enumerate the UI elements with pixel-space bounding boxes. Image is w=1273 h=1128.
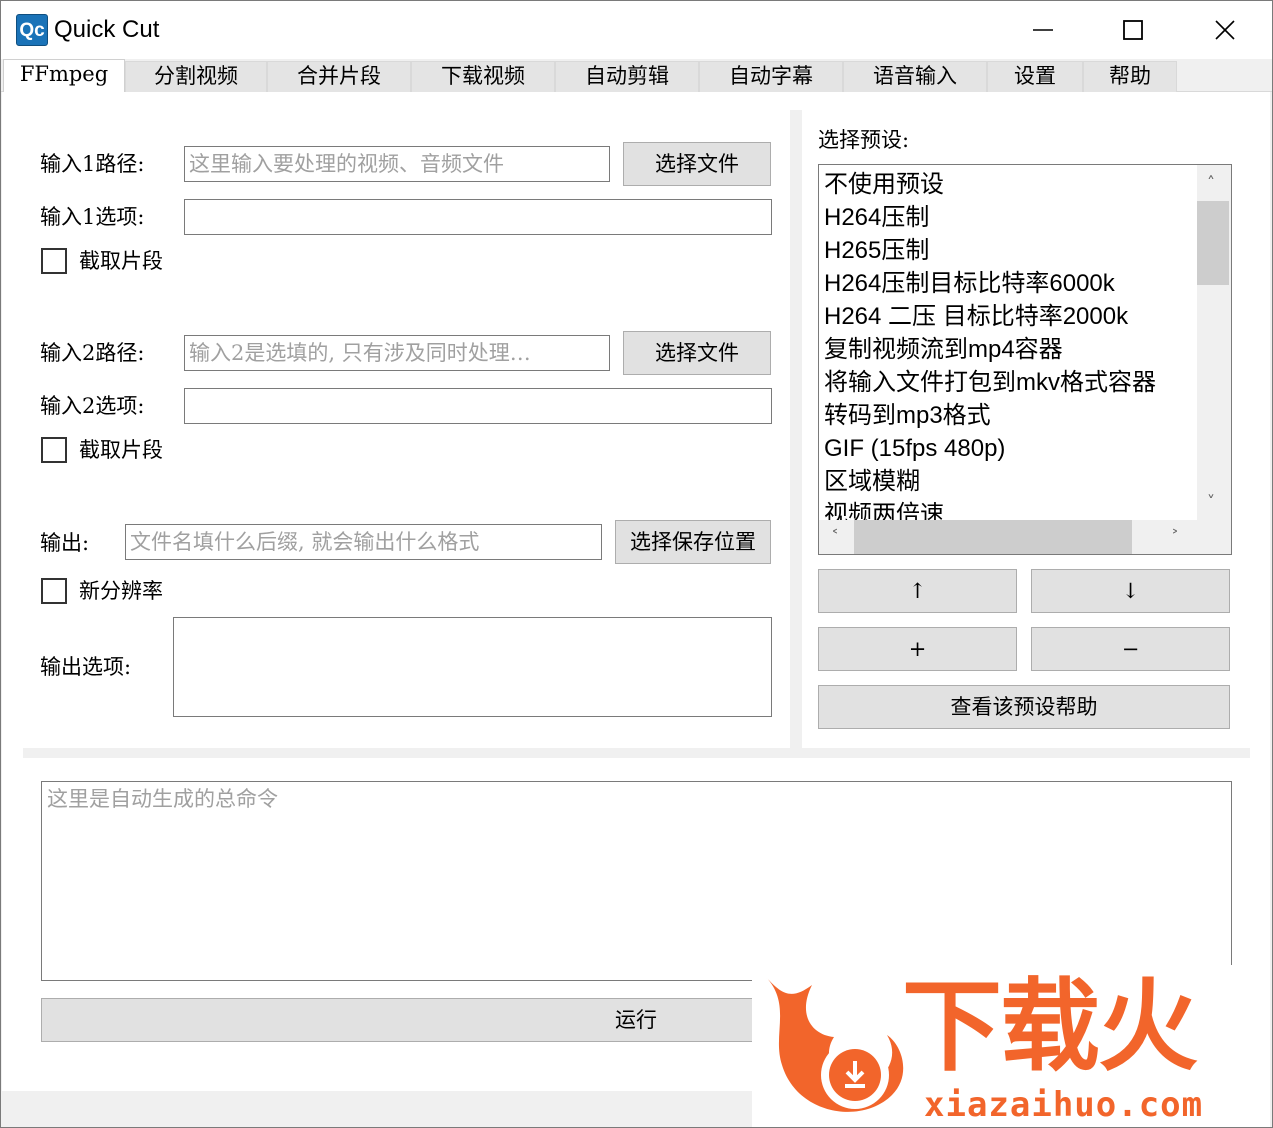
preset-item[interactable]: H264 二压 目标比特率2000k — [824, 300, 1196, 333]
watermark-text: 下载火 — [902, 968, 1198, 1085]
horizontal-scroll-thumb[interactable] — [854, 520, 1132, 554]
app-window: Qc Quick Cut FFmpeg 分割视频 合并片段 下载视频 自动剪辑 … — [0, 0, 1273, 1128]
preset-item[interactable]: 区域模糊 — [824, 465, 1196, 498]
preset-move-down-button[interactable]: ↓ — [1031, 569, 1230, 613]
presets-label: 选择预设: — [818, 128, 910, 152]
preset-add-button[interactable]: + — [818, 627, 1017, 671]
input1-path-input[interactable]: 这里输入要处理的视频、音频文件 — [184, 146, 610, 182]
tab-download-video[interactable]: 下载视频 — [411, 61, 555, 92]
window-title: Quick Cut — [54, 16, 160, 43]
tab-auto-edit[interactable]: 自动剪辑 — [555, 61, 699, 92]
input1-clip-checkbox[interactable] — [41, 248, 67, 274]
input2-clip-label: 截取片段 — [79, 438, 163, 462]
preset-item[interactable]: 不使用预设 — [824, 168, 1196, 201]
app-logo-icon: Qc — [16, 14, 48, 46]
input2-path-input[interactable]: 输入2是选填的, 只有涉及同时处理… — [184, 335, 610, 371]
tab-split-video[interactable]: 分割视频 — [125, 61, 267, 92]
tab-settings[interactable]: 设置 — [987, 61, 1083, 92]
ffmpeg-panel: 输入1路径: 这里输入要处理的视频、音频文件 选择文件 输入1选项: 截取片段 … — [2, 92, 1270, 1092]
preset-item[interactable]: 视频两倍速 — [824, 498, 1196, 520]
command-output-textarea[interactable]: 这里是自动生成的总命令 — [41, 781, 1232, 981]
output-path-input[interactable]: 文件名填什么后缀, 就会输出什么格式 — [125, 524, 602, 560]
preset-remove-button[interactable]: − — [1031, 627, 1230, 671]
new-resolution-checkbox[interactable] — [41, 578, 67, 604]
preset-help-button[interactable]: 查看该预设帮助 — [818, 685, 1230, 729]
preset-item[interactable]: 将输入文件打包到mkv格式容器 — [824, 366, 1196, 399]
vertical-splitter[interactable] — [790, 110, 802, 748]
scroll-left-arrow-icon[interactable]: ˂ — [831, 527, 839, 547]
minimize-icon — [1033, 29, 1053, 31]
watermark: 下载火 xiazaihuo.com — [752, 965, 1270, 1127]
watermark-url: xiazaihuo.com — [924, 1085, 1204, 1125]
input1-options-label: 输入1选项: — [40, 205, 145, 229]
flame-logo-icon — [766, 977, 904, 1112]
input2-browse-button[interactable]: 选择文件 — [623, 331, 771, 375]
input1-options-input[interactable] — [184, 199, 772, 235]
scroll-right-arrow-icon[interactable]: ˃ — [1171, 527, 1179, 547]
scroll-down-arrow-icon[interactable]: ˅ — [1207, 492, 1215, 512]
input1-clip-label: 截取片段 — [79, 249, 163, 273]
choose-save-location-button[interactable]: 选择保存位置 — [615, 520, 771, 564]
output-options-input[interactable] — [173, 617, 772, 717]
tab-auto-subtitle[interactable]: 自动字幕 — [699, 61, 843, 92]
preset-item[interactable]: H265压制 — [824, 234, 1196, 267]
preset-item[interactable]: 复制视频流到mp4容器 — [824, 333, 1196, 366]
horizontal-splitter[interactable] — [23, 748, 1250, 758]
maximize-icon — [1123, 20, 1143, 40]
vertical-scroll-thumb[interactable] — [1197, 201, 1229, 285]
title-bar: Qc Quick Cut — [1, 1, 1272, 59]
input2-options-input[interactable] — [184, 388, 772, 424]
preset-item[interactable]: 转码到mp3格式 — [824, 399, 1196, 432]
tab-bar: FFmpeg 分割视频 合并片段 下载视频 自动剪辑 自动字幕 语音输入 设置 … — [1, 59, 1272, 93]
close-button[interactable] — [1179, 1, 1271, 59]
preset-move-up-button[interactable]: ↑ — [818, 569, 1017, 613]
preset-list[interactable]: 不使用预设 H264压制 H265压制 H264压制目标比特率6000k H26… — [818, 164, 1232, 555]
minimize-button[interactable] — [997, 1, 1089, 59]
maximize-button[interactable] — [1087, 1, 1179, 59]
input1-path-label: 输入1路径: — [40, 152, 145, 176]
preset-item[interactable]: H264压制 — [824, 201, 1196, 234]
close-icon — [1215, 20, 1235, 40]
preset-item[interactable]: H264压制目标比特率6000k — [824, 267, 1196, 300]
input1-browse-button[interactable]: 选择文件 — [623, 142, 771, 186]
preset-list-vertical-scrollbar[interactable]: ˄ ˅ — [1197, 165, 1231, 520]
tab-merge-clips[interactable]: 合并片段 — [267, 61, 411, 92]
input2-path-label: 输入2路径: — [40, 341, 145, 365]
scroll-up-arrow-icon[interactable]: ˄ — [1207, 173, 1215, 193]
preset-list-horizontal-scrollbar[interactable]: ˂ ˃ — [819, 520, 1231, 554]
preset-list-items: 不使用预设 H264压制 H265压制 H264压制目标比特率6000k H26… — [824, 168, 1196, 520]
tab-help[interactable]: 帮助 — [1083, 61, 1177, 92]
output-options-label: 输出选项: — [40, 655, 132, 679]
tab-ffmpeg[interactable]: FFmpeg — [3, 59, 125, 93]
input2-clip-checkbox[interactable] — [41, 437, 67, 463]
new-resolution-label: 新分辨率 — [79, 579, 163, 603]
tab-voice-input[interactable]: 语音输入 — [843, 61, 987, 92]
output-label: 输出: — [40, 531, 90, 555]
preset-item[interactable]: GIF (15fps 480p) — [824, 432, 1196, 465]
input2-options-label: 输入2选项: — [40, 394, 145, 418]
